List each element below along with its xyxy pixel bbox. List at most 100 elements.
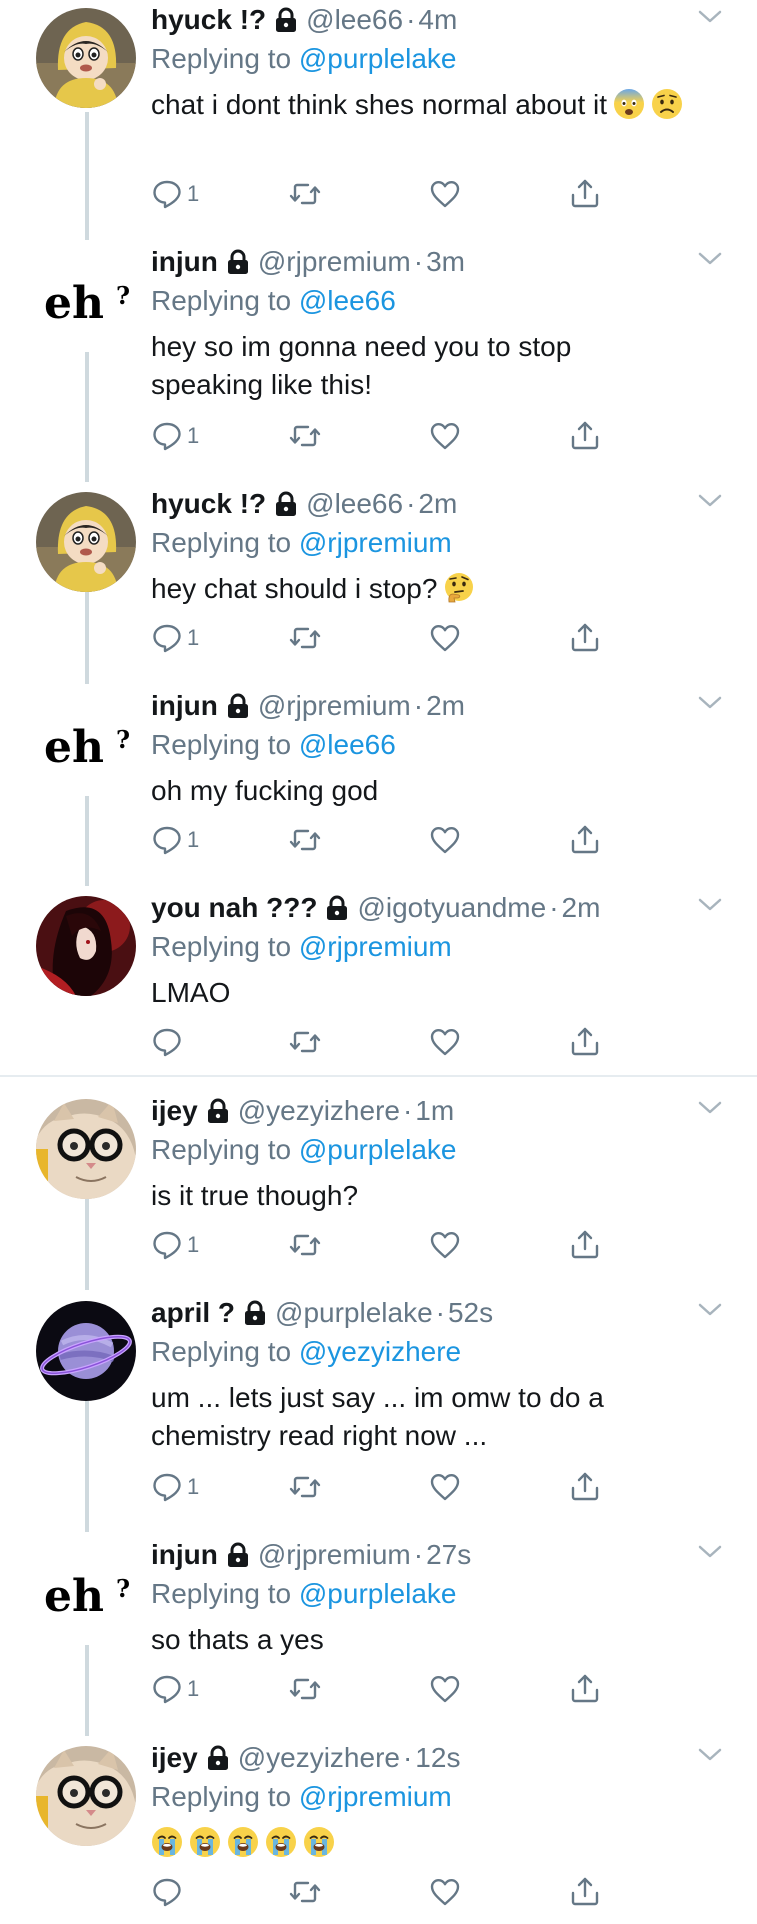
display-name[interactable]: hyuck !? bbox=[151, 0, 266, 40]
reply-button[interactable]: 1 bbox=[151, 1227, 199, 1263]
eh-text-avatar[interactable]: eh? bbox=[36, 250, 136, 350]
worried-face-emoji-icon bbox=[651, 88, 683, 120]
timestamp: 52s bbox=[447, 1297, 494, 1328]
tweet-content: april ? @purplelake · 52s Replying to @yezyi… bbox=[151, 1293, 722, 1455]
chevron-down-icon[interactable] bbox=[697, 1099, 723, 1117]
share-button[interactable] bbox=[569, 1024, 601, 1060]
retweet-button[interactable] bbox=[289, 1671, 321, 1707]
mention-link[interactable]: @yezyizhere bbox=[299, 1336, 461, 1367]
mention-link[interactable]: @lee66 bbox=[299, 729, 396, 760]
display-name[interactable]: april ? bbox=[151, 1293, 235, 1333]
display-name[interactable]: ijey bbox=[151, 1091, 198, 1131]
separator-dot: · bbox=[402, 1742, 413, 1773]
replying-to: Replying to @purplelake bbox=[151, 1131, 717, 1169]
display-name[interactable]: ijey bbox=[151, 1738, 198, 1778]
reply-button[interactable]: 1 bbox=[151, 822, 199, 858]
share-button[interactable] bbox=[569, 620, 601, 656]
user-handle[interactable]: @rjpremium bbox=[258, 1535, 411, 1575]
chevron-down-icon[interactable] bbox=[697, 1543, 723, 1561]
chevron-down-icon[interactable] bbox=[697, 694, 723, 712]
user-handle[interactable]: @rjpremium bbox=[258, 686, 411, 726]
display-name[interactable]: you nah ??? bbox=[151, 888, 317, 928]
user-handle[interactable]: @igotyuandme bbox=[357, 888, 546, 928]
like-button[interactable] bbox=[429, 1874, 461, 1910]
chevron-down-icon[interactable] bbox=[697, 8, 723, 26]
tweet-text: hey chat should i stop? bbox=[151, 570, 717, 608]
anime-red-avatar[interactable] bbox=[36, 896, 136, 996]
reply-button[interactable]: 1 bbox=[151, 1671, 199, 1707]
svg-text:?: ? bbox=[116, 725, 130, 754]
timestamp: 12s bbox=[415, 1742, 461, 1773]
like-button[interactable] bbox=[429, 822, 461, 858]
mention-link[interactable]: @rjpremium bbox=[299, 527, 452, 558]
display-name[interactable]: hyuck !? bbox=[151, 484, 266, 524]
chevron-down-icon[interactable] bbox=[697, 1301, 723, 1319]
user-handle[interactable]: @rjpremium bbox=[258, 242, 411, 282]
eh-text-avatar[interactable]: eh? bbox=[36, 1543, 136, 1643]
user-handle[interactable]: @lee66 bbox=[306, 0, 403, 40]
separator-dot: · bbox=[549, 892, 559, 923]
reply-button[interactable]: 1 bbox=[151, 1469, 199, 1505]
replying-to: Replying to @lee66 bbox=[151, 282, 717, 320]
retweet-button[interactable] bbox=[289, 822, 321, 858]
share-button[interactable] bbox=[569, 418, 601, 454]
share-button[interactable] bbox=[569, 176, 601, 212]
like-button[interactable] bbox=[429, 1469, 461, 1505]
like-button[interactable] bbox=[429, 1024, 461, 1060]
user-handle[interactable]: @lee66 bbox=[306, 484, 403, 524]
share-button[interactable] bbox=[569, 1671, 601, 1707]
mention-link[interactable]: @lee66 bbox=[299, 285, 396, 316]
retweet-button[interactable] bbox=[289, 1874, 321, 1910]
reply-count: 1 bbox=[187, 1676, 200, 1701]
reply-button[interactable]: 1 bbox=[151, 176, 199, 212]
display-name[interactable]: injun bbox=[151, 686, 218, 726]
chevron-down-icon[interactable] bbox=[697, 896, 723, 914]
like-button[interactable] bbox=[429, 1671, 461, 1707]
mention-link[interactable]: @purplelake bbox=[299, 1578, 457, 1609]
user-handle[interactable]: @yezyizhere bbox=[238, 1738, 400, 1778]
retweet-button[interactable] bbox=[289, 1227, 321, 1263]
retweet-button[interactable] bbox=[289, 418, 321, 454]
eh-text-avatar[interactable]: eh? bbox=[36, 694, 136, 794]
purple-planet-avatar[interactable] bbox=[36, 1301, 136, 1401]
share-button[interactable] bbox=[569, 1227, 601, 1263]
user-handle[interactable]: @yezyizhere bbox=[238, 1091, 400, 1131]
reply-button[interactable] bbox=[151, 1874, 183, 1910]
user-handle[interactable]: @purplelake bbox=[275, 1293, 433, 1333]
display-name[interactable]: injun bbox=[151, 242, 218, 282]
mention-link[interactable]: @purplelake bbox=[299, 1134, 457, 1165]
chevron-down-icon[interactable] bbox=[697, 1746, 723, 1764]
chevron-down-icon[interactable] bbox=[697, 492, 723, 510]
retweet-button[interactable] bbox=[289, 176, 321, 212]
chevron-down-icon[interactable] bbox=[697, 250, 723, 268]
retweet-icon bbox=[289, 178, 321, 210]
share-button[interactable] bbox=[569, 1874, 601, 1910]
mention-link[interactable]: @rjpremium bbox=[299, 931, 452, 962]
like-button[interactable] bbox=[429, 418, 461, 454]
like-button[interactable] bbox=[429, 176, 461, 212]
like-button[interactable] bbox=[429, 1227, 461, 1263]
cartoon-boy-avatar[interactable] bbox=[36, 8, 136, 108]
reply-button[interactable] bbox=[151, 1024, 183, 1060]
retweet-button[interactable] bbox=[289, 1024, 321, 1060]
retweet-button[interactable] bbox=[289, 620, 321, 656]
cat-glasses-avatar[interactable] bbox=[36, 1099, 136, 1199]
reply-button[interactable]: 1 bbox=[151, 418, 199, 454]
mention-link[interactable]: @purplelake bbox=[299, 43, 457, 74]
retweet-button[interactable] bbox=[289, 1469, 321, 1505]
tweet-actions: 1 bbox=[151, 176, 611, 216]
reply-button[interactable]: 1 bbox=[151, 620, 199, 656]
reply-icon bbox=[151, 824, 183, 856]
mention-link[interactable]: @rjpremium bbox=[299, 1781, 452, 1812]
tweet-text: hey so im gonna need you to stop speakin… bbox=[151, 328, 717, 404]
tweet-text: is it true though? bbox=[151, 1177, 717, 1215]
like-button[interactable] bbox=[429, 620, 461, 656]
display-name[interactable]: injun bbox=[151, 1535, 218, 1575]
reply-icon bbox=[151, 420, 183, 452]
cat-glasses-avatar[interactable] bbox=[36, 1746, 136, 1846]
reply-icon bbox=[151, 178, 183, 210]
share-button[interactable] bbox=[569, 822, 601, 858]
tweet-text-content: chat i dont think shes normal about it bbox=[151, 89, 608, 120]
share-button[interactable] bbox=[569, 1469, 601, 1505]
cartoon-boy-avatar[interactable] bbox=[36, 492, 136, 592]
